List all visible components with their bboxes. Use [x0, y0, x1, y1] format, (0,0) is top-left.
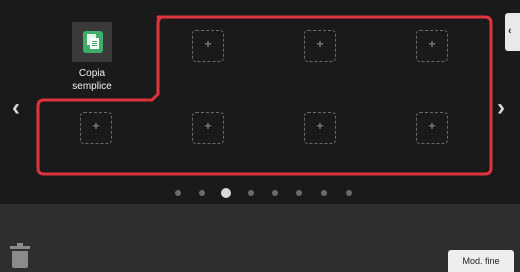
home-panel: ‹ Copia semplice + + + + + + + ‹ › — [0, 0, 520, 204]
page-dot[interactable] — [321, 190, 327, 196]
page-dot[interactable] — [272, 190, 278, 196]
selection-highlight — [36, 15, 493, 176]
page-dot[interactable] — [175, 190, 181, 196]
page-dot[interactable] — [346, 190, 352, 196]
footer-bar — [0, 204, 520, 272]
page-dot[interactable] — [199, 190, 205, 196]
page-dot[interactable] — [248, 190, 254, 196]
next-page-arrow[interactable]: › — [497, 96, 505, 120]
page-dot[interactable] — [296, 190, 302, 196]
trash-icon[interactable] — [10, 243, 30, 268]
home-screen: ‹ Copia semplice + + + + + + + ‹ › Mod. … — [0, 0, 520, 272]
page-dot-active[interactable] — [221, 188, 231, 198]
prev-page-arrow[interactable]: ‹ — [12, 96, 20, 120]
finish-edit-button[interactable]: Mod. fine — [448, 250, 514, 272]
